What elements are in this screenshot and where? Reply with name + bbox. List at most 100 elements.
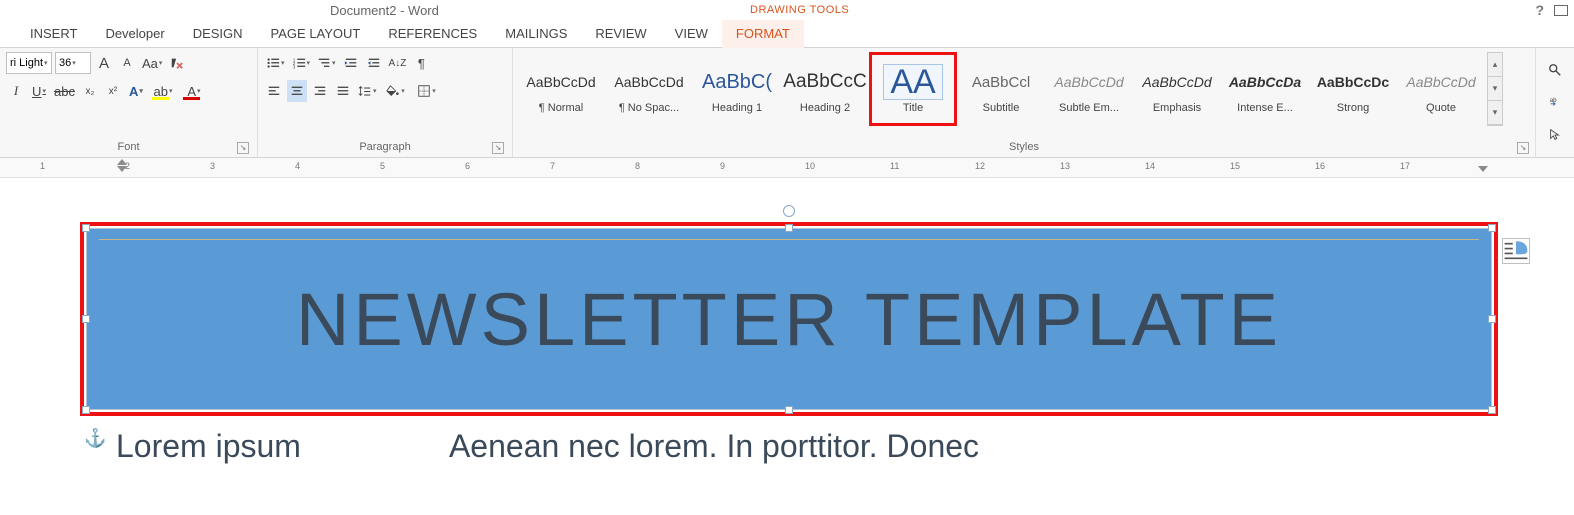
grow-font-button[interactable]: A [94, 52, 114, 74]
text-effects-button[interactable]: A [126, 80, 146, 102]
document-canvas[interactable]: NEWSLETTER TEMPLATE ⚓ Lorem ipsum Aenean… [0, 178, 1574, 222]
resize-handle-l[interactable] [82, 315, 90, 323]
group-paragraph: 123 A↓Z ¶ Paragraph ↘ [258, 48, 513, 157]
styles-scroll-down-icon[interactable]: ▾ [1488, 77, 1502, 101]
resize-handle-br[interactable] [1488, 406, 1496, 414]
decrease-indent-button[interactable] [341, 52, 361, 74]
italic-button[interactable]: I [6, 80, 26, 102]
tab-page-layout[interactable]: PAGE LAYOUT [257, 20, 375, 48]
ruler-tick: 4 [295, 161, 300, 171]
find-icon[interactable] [1545, 59, 1565, 81]
style-heading2[interactable]: AaBbCcC Heading 2 [781, 52, 869, 126]
align-center-button[interactable] [287, 80, 307, 102]
show-marks-button[interactable]: ¶ [411, 52, 431, 74]
styles-more-icon[interactable]: ▾ [1488, 101, 1502, 125]
ruler-tick: 11 [890, 161, 899, 171]
style-quote[interactable]: AaBbCcDd Quote [1397, 52, 1485, 126]
document-body-text[interactable]: Lorem ipsum Aenean nec lorem. In porttit… [116, 428, 979, 465]
style-normal[interactable]: AaBbCcDd ¶ Normal [517, 52, 605, 126]
subscript-button[interactable]: x₂ [80, 80, 100, 102]
line-spacing-button[interactable] [356, 80, 379, 102]
style-strong[interactable]: AaBbCcDc Strong [1309, 52, 1397, 126]
font-group-label: Font ↘ [6, 139, 251, 157]
tab-design[interactable]: DESIGN [179, 20, 257, 48]
paragraph-dialog-launcher[interactable]: ↘ [492, 142, 504, 154]
tab-references[interactable]: REFERENCES [374, 20, 491, 48]
font-dialog-launcher[interactable]: ↘ [237, 142, 249, 154]
group-styles: AaBbCcDd ¶ Normal AaBbCcDd ¶ No Spac... … [513, 48, 1536, 157]
tab-review[interactable]: REVIEW [581, 20, 660, 48]
resize-handle-tl[interactable] [82, 224, 90, 232]
font-name-combo[interactable]: ri Light [6, 52, 52, 74]
title-bar: Document2 - Word DRAWING TOOLS ? [0, 0, 1574, 20]
superscript-button[interactable]: x² [103, 80, 123, 102]
contextual-tab-label: DRAWING TOOLS [750, 4, 849, 16]
resize-handle-t[interactable] [785, 224, 793, 232]
rotate-handle[interactable] [783, 205, 795, 217]
bullets-button[interactable] [264, 52, 287, 74]
ruler-tick: 12 [975, 161, 985, 171]
numbering-button[interactable]: 123 [290, 52, 313, 74]
underline-button[interactable]: U [29, 80, 49, 102]
svg-text:3: 3 [292, 64, 295, 69]
svg-text:ab: ab [1550, 97, 1557, 104]
ruler-tick: 2 [125, 161, 130, 171]
ruler-tick: 15 [1230, 161, 1240, 171]
change-case-button[interactable]: Aa [140, 52, 164, 74]
replace-icon[interactable]: ab [1545, 91, 1565, 113]
increase-indent-button[interactable] [364, 52, 384, 74]
tab-developer[interactable]: Developer [91, 20, 178, 48]
body-col-left[interactable]: Lorem ipsum [116, 428, 301, 465]
help-icon[interactable]: ? [1535, 2, 1544, 18]
resize-handle-b[interactable] [785, 406, 793, 414]
ruler-tick: 6 [465, 161, 470, 171]
shrink-font-button[interactable]: A [117, 52, 137, 74]
tab-insert[interactable]: INSERT [16, 20, 91, 48]
style-subtitle[interactable]: AaBbCcl Subtitle [957, 52, 1045, 126]
select-icon[interactable] [1545, 124, 1565, 146]
font-color-button[interactable]: A [180, 80, 208, 102]
ruler-tick: 3 [210, 161, 215, 171]
styles-scroll-up-icon[interactable]: ▴ [1488, 53, 1502, 77]
style-no-spacing[interactable]: AaBbCcDd ¶ No Spac... [605, 52, 693, 126]
styles-dialog-launcher[interactable]: ↘ [1517, 142, 1529, 154]
clear-formatting-button[interactable] [167, 52, 187, 74]
title-text-box[interactable]: NEWSLETTER TEMPLATE [86, 228, 1492, 410]
style-subtle-emphasis[interactable]: AaBbCcDd Subtle Em... [1045, 52, 1133, 126]
editing-group: ab [1536, 48, 1574, 157]
tab-view[interactable]: VIEW [661, 20, 722, 48]
right-indent-marker[interactable] [1478, 166, 1488, 172]
title-text[interactable]: NEWSLETTER TEMPLATE [296, 277, 1282, 362]
justify-button[interactable] [333, 80, 353, 102]
style-intense-emphasis[interactable]: AaBbCcDa Intense E... [1221, 52, 1309, 126]
restore-window-icon[interactable] [1554, 5, 1568, 16]
resize-handle-bl[interactable] [82, 406, 90, 414]
style-emphasis[interactable]: AaBbCcDd Emphasis [1133, 52, 1221, 126]
resize-handle-tr[interactable] [1488, 224, 1496, 232]
style-heading1[interactable]: AaBbC( Heading 1 [693, 52, 781, 126]
horizontal-ruler[interactable]: 1234567891011121314151617 [0, 158, 1574, 178]
ruler-tick: 17 [1400, 161, 1410, 171]
font-size-combo[interactable]: 36 [55, 52, 91, 74]
strikethrough-button[interactable]: abc [52, 80, 77, 102]
styles-gallery-expand[interactable]: ▴ ▾ ▾ [1487, 52, 1503, 126]
ruler-tick: 7 [550, 161, 555, 171]
multilevel-list-button[interactable] [315, 52, 338, 74]
ruler-tick: 1 [40, 161, 45, 171]
highlight-button[interactable]: ab [149, 80, 177, 102]
layout-options-icon[interactable] [1502, 238, 1530, 264]
body-col-right[interactable]: Aenean nec lorem. In porttitor. Donec [449, 428, 979, 465]
align-left-button[interactable] [264, 80, 284, 102]
style-title[interactable]: AA Title [869, 52, 957, 126]
tab-format[interactable]: FORMAT [722, 20, 804, 48]
anchor-icon[interactable]: ⚓ [84, 428, 106, 449]
resize-handle-r[interactable] [1488, 315, 1496, 323]
borders-button[interactable] [413, 80, 441, 102]
ruler-tick: 16 [1315, 161, 1325, 171]
align-right-button[interactable] [310, 80, 330, 102]
ruler-tick: 10 [805, 161, 815, 171]
group-font: ri Light 36 A A Aa I U abc x₂ x² A ab A … [0, 48, 258, 157]
shading-button[interactable] [382, 80, 410, 102]
sort-button[interactable]: A↓Z [387, 52, 409, 74]
tab-mailings[interactable]: MAILINGS [491, 20, 581, 48]
